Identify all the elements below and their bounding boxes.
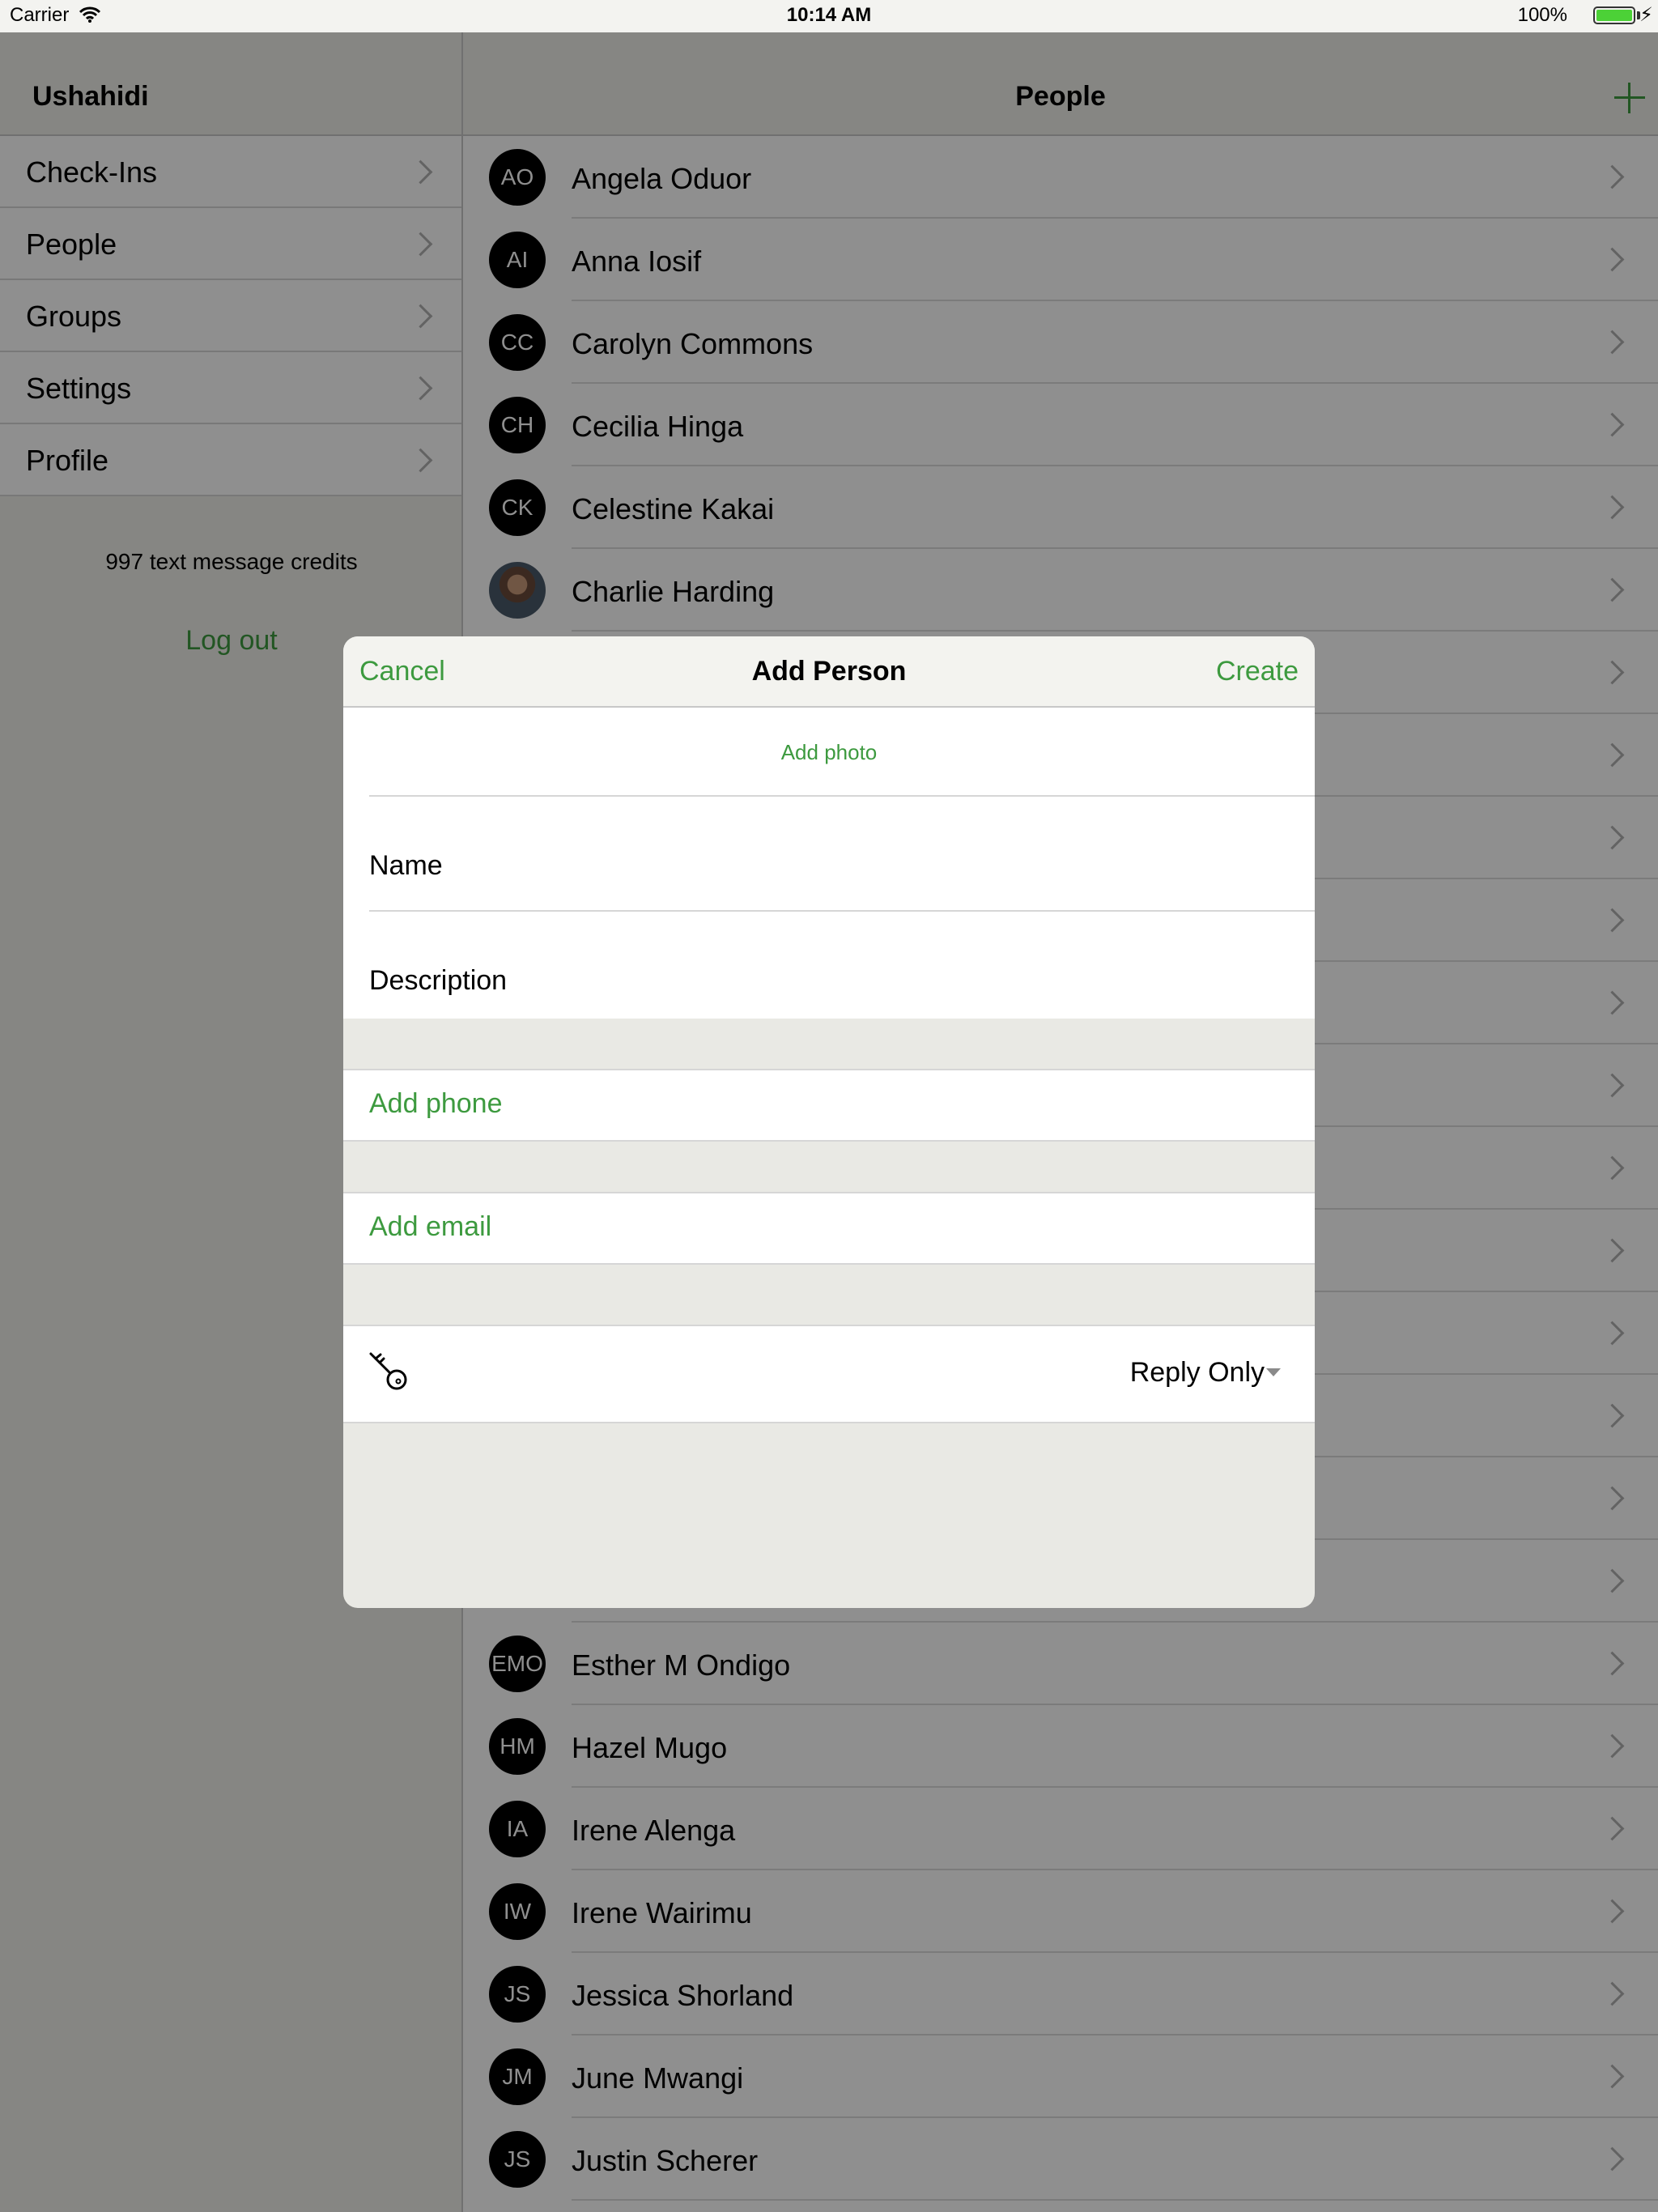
charging-icon: ⚡ — [1639, 4, 1653, 26]
key-icon — [368, 1351, 413, 1400]
name-field[interactable] — [586, 840, 1282, 891]
person-form: Add photo Name Description — [343, 708, 1315, 1019]
name-label: Name — [369, 850, 443, 881]
add-phone-cell[interactable]: Add phone — [343, 1069, 1315, 1142]
divider — [369, 795, 1315, 797]
add-phone-button[interactable]: Add phone — [369, 1088, 503, 1120]
modal-title: Add Person — [751, 656, 907, 687]
modal-nav-bar: Cancel Add Person Create — [343, 636, 1315, 708]
add-email-button[interactable]: Add email — [369, 1211, 491, 1243]
clock: 10:14 AM — [786, 4, 872, 26]
role-selector[interactable]: Reply Only — [343, 1325, 1315, 1423]
status-bar: Carrier 10:14 AM 100% ⚡ — [0, 0, 1658, 32]
add-person-modal: Cancel Add Person Create Add photo Name … — [343, 636, 1315, 1608]
add-email-cell[interactable]: Add email — [343, 1192, 1315, 1265]
description-field[interactable] — [586, 955, 1282, 1006]
add-photo-button[interactable]: Add photo — [343, 740, 1315, 765]
battery-icon — [1593, 6, 1635, 24]
create-button[interactable]: Create — [1216, 656, 1299, 687]
description-label: Description — [369, 965, 508, 996]
role-value: Reply Only — [1129, 1357, 1265, 1388]
divider — [369, 910, 1315, 912]
dropdown-caret-icon — [1266, 1368, 1281, 1376]
battery-percent: 100% — [1517, 4, 1567, 26]
